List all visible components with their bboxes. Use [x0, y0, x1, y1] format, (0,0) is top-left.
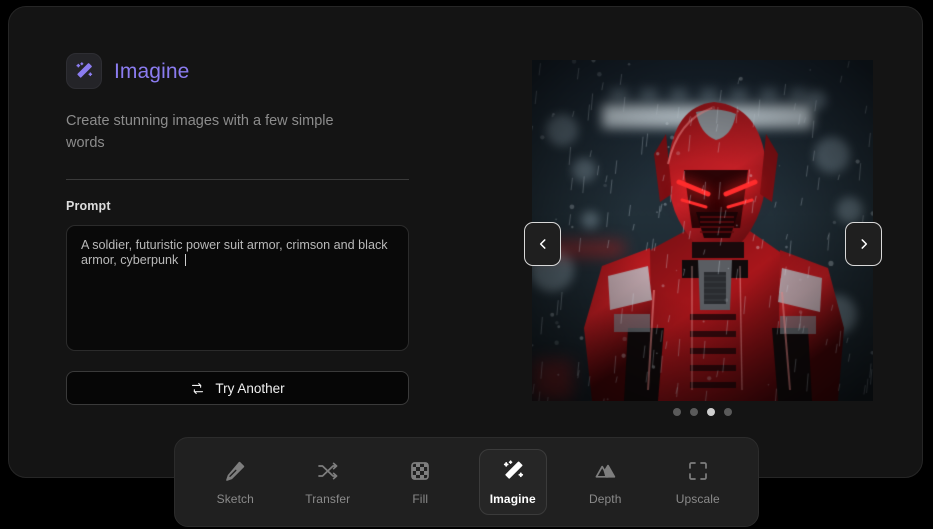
tool-button-fill[interactable]: Fill	[386, 449, 454, 515]
repeat-icon	[190, 381, 205, 396]
try-another-button[interactable]: Try Another	[66, 371, 409, 405]
magic-wand-icon	[501, 459, 525, 483]
prompt-value: A soldier, futuristic power suit armor, …	[81, 238, 391, 267]
carousel-dot-1[interactable]	[673, 408, 681, 416]
tool-button-imagine[interactable]: Imagine	[479, 449, 547, 515]
checkerboard-icon	[408, 459, 432, 483]
tool-label: Depth	[589, 492, 622, 506]
prompt-input[interactable]: A soldier, futuristic power suit armor, …	[66, 225, 409, 351]
try-another-label: Try Another	[215, 381, 284, 396]
imagine-panel: Imagine Create stunning images with a fe…	[8, 6, 923, 478]
next-image-button[interactable]	[845, 222, 882, 266]
previous-image-button[interactable]	[524, 222, 561, 266]
left-column: Imagine Create stunning images with a fe…	[66, 53, 416, 405]
tool-label: Fill	[412, 492, 428, 506]
carousel-dot-4[interactable]	[724, 408, 732, 416]
tool-button-upscale[interactable]: Upscale	[664, 449, 732, 515]
divider	[66, 179, 409, 180]
expand-icon	[686, 459, 710, 483]
carousel-dots	[532, 408, 873, 416]
generated-image[interactable]	[532, 60, 873, 401]
text-caret	[185, 254, 186, 266]
tool-label: Sketch	[217, 492, 254, 506]
app-window: Imagine Create stunning images with a fe…	[0, 0, 933, 529]
chevron-right-icon	[857, 237, 871, 251]
tool-button-transfer[interactable]: Transfer	[294, 449, 362, 515]
page-title: Imagine	[114, 61, 189, 82]
shuffle-icon	[316, 459, 340, 483]
panel-header: Imagine	[66, 53, 416, 89]
prompt-label: Prompt	[66, 199, 416, 213]
carousel-dot-2[interactable]	[690, 408, 698, 416]
chevron-left-icon	[536, 237, 550, 251]
mode-toolbar: Sketch Transfer Fill Imagine Depth Upscale	[174, 437, 759, 527]
tool-label: Upscale	[676, 492, 720, 506]
tool-button-sketch[interactable]: Sketch	[201, 449, 269, 515]
pencil-icon	[223, 459, 247, 483]
magic-wand-icon	[66, 53, 102, 89]
generated-image-canvas	[532, 60, 873, 401]
tool-label: Imagine	[490, 492, 536, 506]
panel-subtitle: Create stunning images with a few simple…	[66, 110, 376, 154]
tool-button-depth[interactable]: Depth	[571, 449, 639, 515]
tool-label: Transfer	[305, 492, 350, 506]
mountain-icon	[593, 459, 617, 483]
carousel-dot-3[interactable]	[707, 408, 715, 416]
